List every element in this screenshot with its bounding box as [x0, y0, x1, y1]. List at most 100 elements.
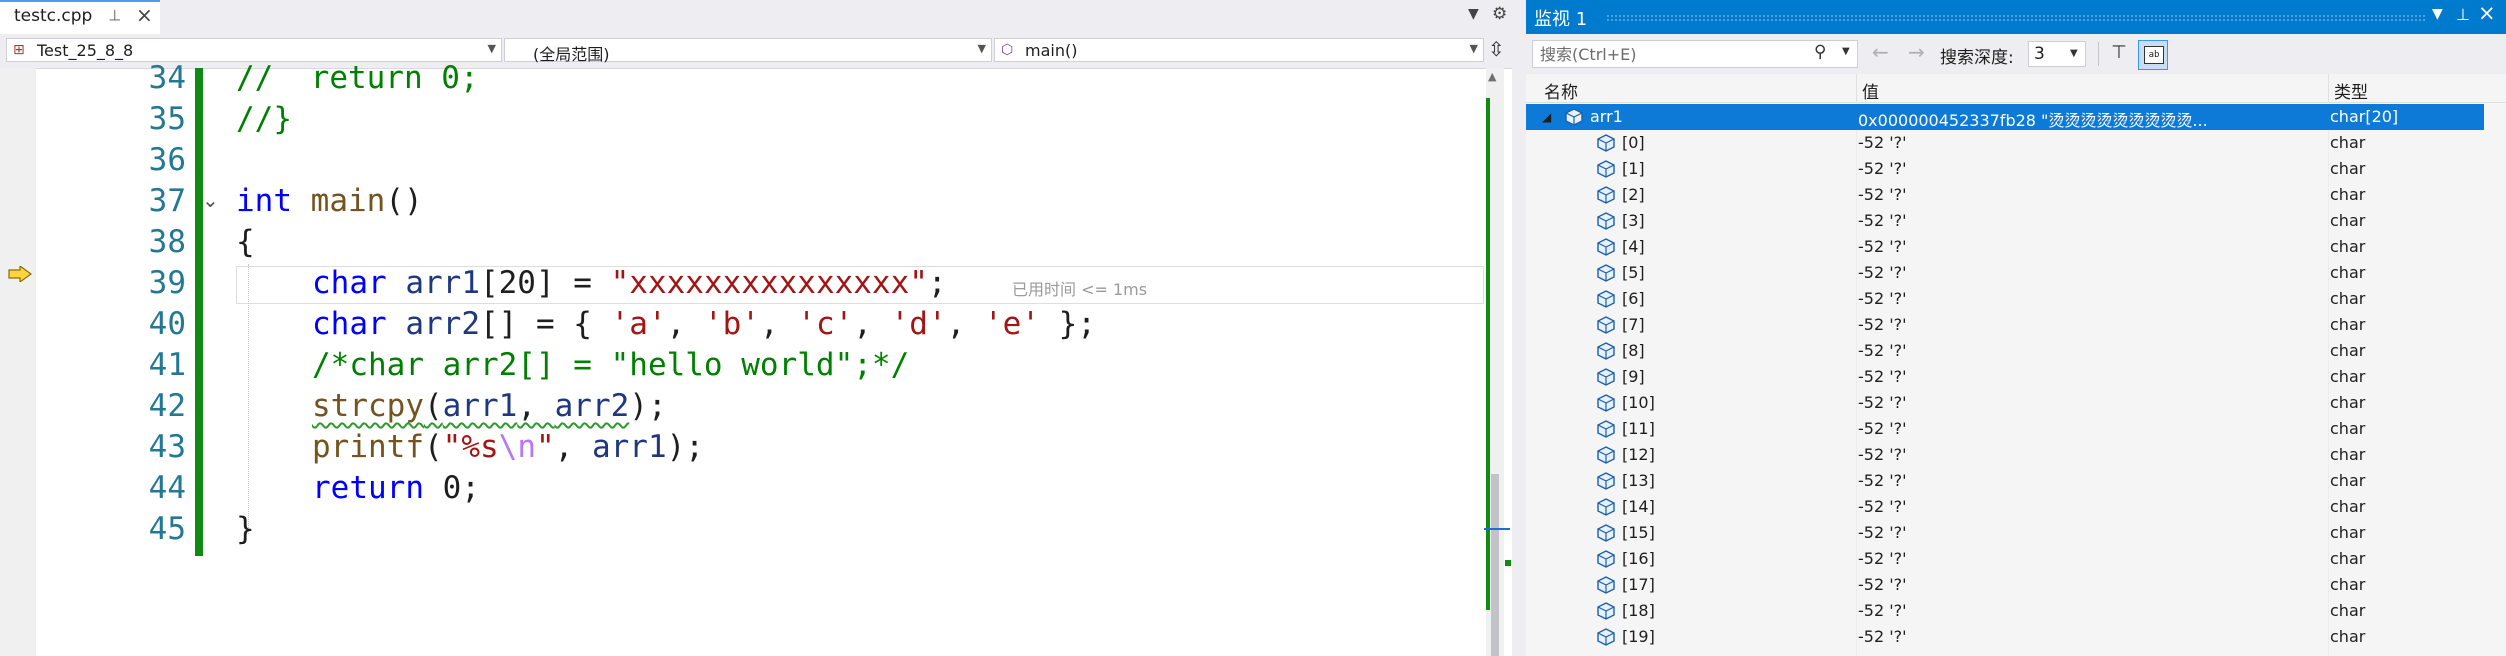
search-icon[interactable]: ⚲ [1814, 42, 1826, 62]
cpp-project-icon: ⊞ [13, 42, 25, 58]
scope-combo[interactable]: (全局范围) ▼ [504, 38, 992, 64]
line-number-gutter: 34 35 36 37 38 39 40 41 42 43 44 45 [36, 60, 186, 656]
code-line-42: strcpy(arr1, arr2); [312, 386, 667, 427]
variable-cube-icon [1597, 290, 1615, 308]
search-next-arrow-icon[interactable]: → [1908, 40, 1925, 64]
member-combo-label: main() [1025, 41, 1078, 60]
variable-cube-icon [1597, 420, 1615, 438]
watch-value: 0x000000452337fb28 "烫烫烫烫烫烫烫烫烫... [1858, 111, 2208, 130]
title-drag-grip[interactable] [1606, 14, 2426, 21]
column-divider[interactable] [1856, 74, 1857, 102]
perf-tip-elapsed-time[interactable]: 已用时间 <= 1ms [1012, 276, 1147, 300]
search-depth-label: 搜索深度: [1940, 48, 2014, 68]
watch-row[interactable]: [8] -52 '?' char [1526, 338, 2506, 364]
watch-row[interactable]: [7] -52 '?' char [1526, 312, 2506, 338]
watch-value: -52 '?' [1858, 185, 1907, 204]
punct-token: [20] = [479, 265, 611, 301]
pin-to-source-icon[interactable]: ⊤ [2108, 42, 2130, 64]
watch-row[interactable]: [4] -52 '?' char [1526, 234, 2506, 260]
document-tab-title[interactable]: testc.cpp [14, 6, 92, 26]
watch-row[interactable]: [19] -52 '?' char [1526, 624, 2506, 650]
close-tab-icon[interactable]: × [136, 3, 153, 27]
search-previous-arrow-icon[interactable]: ← [1872, 40, 1889, 64]
pin-tab-icon[interactable]: ⊣ [106, 8, 124, 21]
watch-row[interactable]: [5] -52 '?' char [1526, 260, 2506, 286]
settings-gear-icon[interactable]: ⚙ [1492, 4, 1507, 24]
keyword-token: char [312, 265, 387, 301]
watch-type: char[20] [2330, 107, 2399, 126]
watch-name: [7] [1622, 315, 1645, 334]
member-combo[interactable]: ⬡ main() ▼ [994, 38, 1484, 62]
watch-row[interactable]: [12] -52 '?' char [1526, 442, 2506, 468]
variable-cube-icon [1597, 602, 1615, 620]
scrollbar-thumb[interactable] [1491, 474, 1499, 656]
close-window-icon[interactable]: × [2478, 1, 2496, 25]
search-options-dropdown-icon[interactable]: ▼ [1842, 46, 1850, 57]
watch-row[interactable]: [0] -52 '?' char [1526, 130, 2506, 156]
watch-row[interactable]: [3] -52 '?' char [1526, 208, 2506, 234]
punct-token: [] = { [479, 306, 611, 342]
auto-hide-pin-icon[interactable]: ⊥ [2456, 5, 2470, 24]
variable-cube-icon [1597, 446, 1615, 464]
watch-row[interactable]: [10] -52 '?' char [1526, 390, 2506, 416]
watch-type: char [2330, 497, 2366, 516]
punct-token: , [759, 306, 798, 342]
variable-cube-icon [1597, 342, 1615, 360]
watch-row[interactable]: [2] -52 '?' char [1526, 182, 2506, 208]
change-tracking-bar [195, 68, 203, 556]
watch-search-input[interactable] [1540, 44, 1810, 64]
pane-splitter[interactable] [1512, 0, 1526, 656]
line-number: 36 [148, 142, 186, 178]
watch-row[interactable]: [1] -52 '?' char [1526, 156, 2506, 182]
watch-row[interactable]: [11] -52 '?' char [1526, 416, 2506, 442]
string-token: "xxxxxxxxxxxxxxx" [610, 265, 928, 301]
watch-type: char [2330, 601, 2366, 620]
watch-row[interactable]: [13] -52 '?' char [1526, 468, 2506, 494]
watch-row[interactable]: [16] -52 '?' char [1526, 546, 2506, 572]
warning-squiggle[interactable]: strcpy(arr1, arr2 [312, 388, 629, 424]
variable-cube-icon [1597, 160, 1615, 178]
method-cube-icon: ⬡ [1001, 42, 1014, 58]
watch-row[interactable]: [9] -52 '?' char [1526, 364, 2506, 390]
watch-type: char [2330, 627, 2366, 646]
watch-value: -52 '?' [1858, 445, 1907, 464]
watch-row[interactable]: [6] -52 '?' char [1526, 286, 2506, 312]
watch-name: [19] [1622, 627, 1655, 646]
column-header-value[interactable]: 值 [1862, 78, 1879, 103]
watch-name: [2] [1622, 185, 1645, 204]
watch-row[interactable]: [15] -52 '?' char [1526, 520, 2506, 546]
code-line-43: printf("%s\n", arr1); [312, 427, 704, 468]
glyph-margin[interactable] [0, 68, 36, 656]
chevron-down-icon: ▼ [977, 42, 986, 55]
line-number: 39 [148, 265, 186, 301]
watch-row[interactable]: [17] -52 '?' char [1526, 572, 2506, 598]
column-header-name[interactable]: 名称 [1544, 78, 1578, 103]
column-divider[interactable] [2328, 74, 2329, 102]
column-header-type[interactable]: 类型 [2334, 78, 2368, 103]
line-number: 38 [148, 224, 186, 260]
watch-row[interactable]: [18] -52 '?' char [1526, 598, 2506, 624]
collapse-triangle-icon[interactable]: ◢ [1542, 110, 1551, 124]
document-tab-strip [0, 0, 1512, 35]
watch-value: -52 '?' [1858, 289, 1907, 308]
watch-row[interactable]: [14] -52 '?' char [1526, 494, 2506, 520]
watch-type: char [2330, 237, 2366, 256]
punct-token: , [853, 306, 891, 342]
watch-row-root[interactable]: ◢ arr1 0x000000452337fb28 "烫烫烫烫烫烫烫烫烫... … [1526, 104, 2506, 130]
tab-list-dropdown-icon[interactable]: ▼ [1468, 6, 1479, 22]
watch-name: [6] [1622, 289, 1645, 308]
window-options-dropdown-icon[interactable]: ▼ [2432, 6, 2443, 22]
scrollbar-breakpoint-marker [1505, 560, 1511, 566]
code-text-area[interactable]: // return 0; //} int main() { char arr1[… [236, 60, 1492, 656]
comment-token: /*char arr2[] = "hello world";*/ [312, 347, 910, 383]
watch-type: char [2330, 419, 2366, 438]
collapse-chevron-icon[interactable]: ⌄ [202, 188, 219, 212]
watch-value: -52 '?' [1858, 523, 1907, 542]
scroll-up-arrow-icon[interactable]: ▲ [1488, 70, 1496, 83]
watch-type: char [2330, 523, 2366, 542]
hex-display-toggle-icon[interactable]: ab [2138, 40, 2168, 70]
chevron-down-icon: ▼ [487, 42, 496, 55]
char-literal-token: 'c' [797, 306, 854, 342]
split-window-icon[interactable]: ⇳ [1488, 37, 1505, 61]
watch-name: [16] [1622, 549, 1655, 568]
